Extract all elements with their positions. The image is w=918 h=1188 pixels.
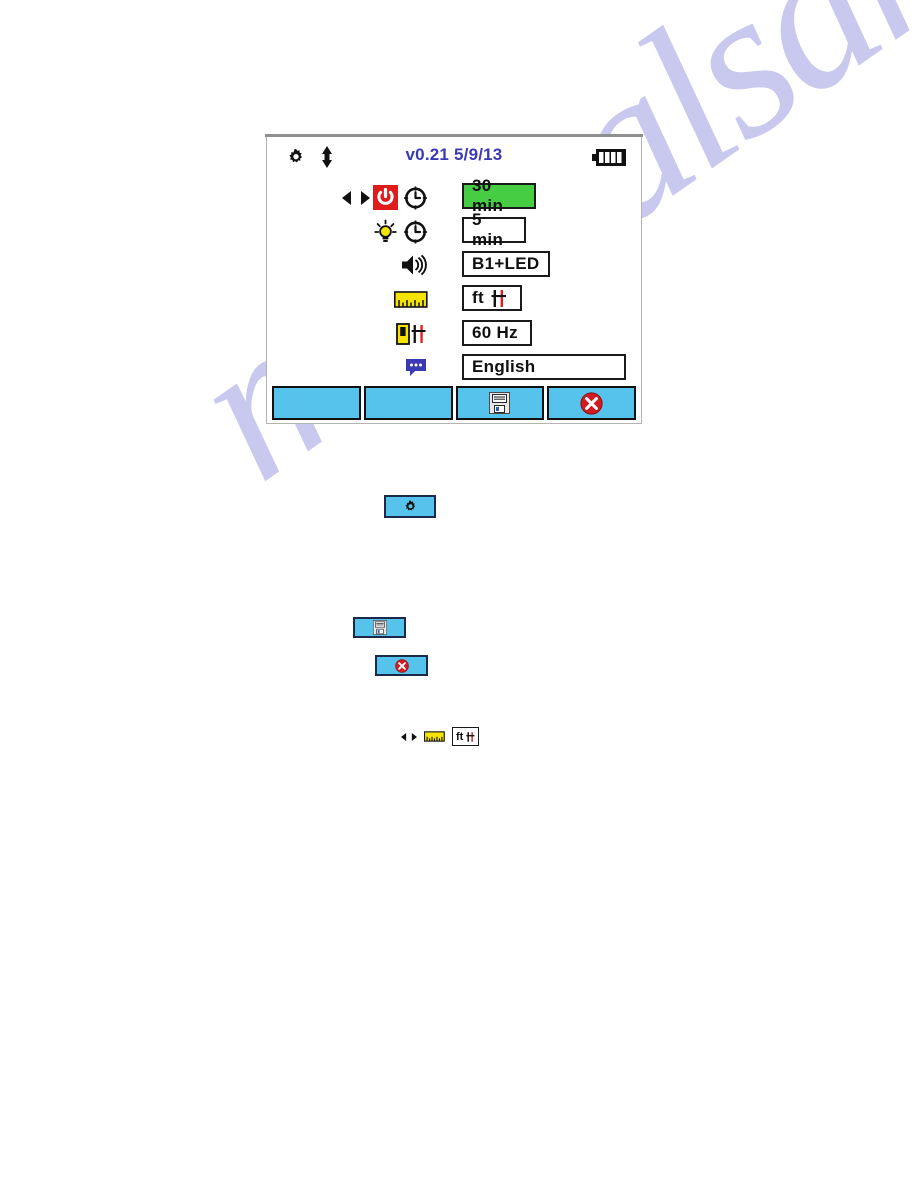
- settings-row-backlight-timeout[interactable]: 5 min: [270, 210, 638, 249]
- callout-units-row: ft: [401, 727, 480, 746]
- callout-save-button[interactable]: [353, 617, 406, 638]
- red-x-cancel-icon: [394, 658, 409, 673]
- field-value-backlight-timeout: 5 min: [472, 210, 504, 249]
- field-backlight-timeout[interactable]: 5 min: [462, 210, 526, 249]
- row-icons-frequency: [396, 317, 428, 351]
- row-icons-sound: [400, 248, 428, 282]
- row-icons-language: [404, 351, 428, 385]
- left-right-arrows-icon: [401, 732, 417, 742]
- softkey-save[interactable]: [455, 386, 545, 420]
- field-value-measurement-units: ft: [472, 288, 484, 307]
- red-x-cancel-icon: [580, 391, 603, 415]
- row-icons-auto-power-off: [373, 180, 428, 214]
- firmware-version-date: v0.21 5/9/13: [405, 145, 503, 164]
- field-language[interactable]: English: [462, 354, 626, 380]
- ruler-icon: [424, 731, 445, 742]
- callout-units-value: ft: [456, 730, 464, 743]
- settings-row-auto-power-off[interactable]: 30 min: [270, 176, 638, 215]
- speech-bubble-icon: [404, 357, 428, 379]
- rebar-bars-icon: [491, 289, 507, 308]
- field-value-sound-alert: B1+LED: [472, 254, 540, 273]
- field-measurement-units[interactable]: ft: [462, 285, 522, 311]
- settings-row-line-frequency[interactable]: 60 Hz: [270, 317, 638, 351]
- field-value-line-frequency: 60 Hz: [472, 323, 518, 342]
- device-screenshot-frame: v0.21 5/9/13 30 min 5 min B1+LED ft 60 H…: [265, 134, 643, 424]
- softkey-2[interactable]: [363, 386, 453, 420]
- callout-units-field[interactable]: ft: [452, 727, 480, 746]
- battery-full-icon: [592, 149, 626, 166]
- clock-icon: [403, 219, 428, 244]
- field-auto-power-off[interactable]: 30 min: [462, 176, 536, 215]
- settings-row-measurement-units[interactable]: ft: [270, 282, 638, 316]
- settings-row-sound-alert[interactable]: B1+LED: [270, 248, 638, 282]
- softkey-cancel[interactable]: [547, 386, 636, 420]
- power-off-icon: [373, 184, 398, 210]
- speaker-icon: [400, 253, 428, 277]
- gear-icon: [403, 499, 418, 514]
- device-screen: v0.21 5/9/13 30 min 5 min B1+LED ft 60 H…: [270, 140, 638, 420]
- rebar-bars-icon: [466, 731, 475, 743]
- field-value-language: English: [472, 357, 536, 376]
- callout-gear-button[interactable]: [384, 495, 436, 518]
- clock-icon: [403, 185, 428, 210]
- lightbulb-icon: [373, 219, 398, 244]
- softkey-1[interactable]: [272, 386, 361, 420]
- settings-row-language[interactable]: English: [270, 351, 638, 385]
- floppy-save-icon: [489, 392, 511, 414]
- field-sound-alert[interactable]: B1+LED: [462, 251, 550, 277]
- status-bar: v0.21 5/9/13: [270, 140, 638, 174]
- row-icons-backlight: [373, 214, 428, 248]
- field-line-frequency[interactable]: 60 Hz: [462, 320, 532, 346]
- row-icons-units: [394, 282, 428, 316]
- floppy-save-icon: [372, 620, 387, 635]
- softkey-bar: [270, 386, 638, 420]
- ruler-icon: [394, 290, 428, 308]
- callout-cancel-button[interactable]: [375, 655, 428, 676]
- device-bars-icon: [396, 323, 428, 345]
